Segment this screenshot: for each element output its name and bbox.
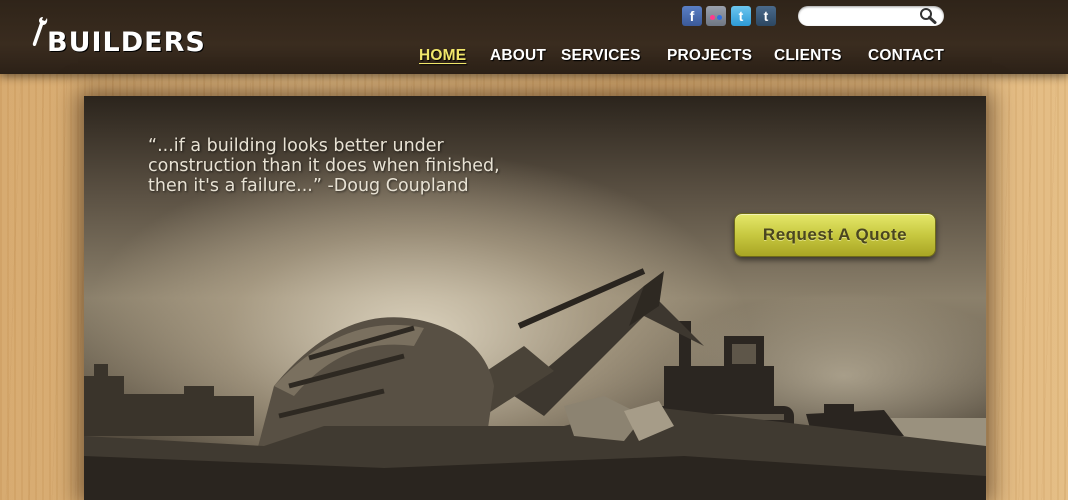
search-input[interactable] [806, 8, 918, 26]
quote-line: then it's a failure...” -Doug Coupland [148, 176, 469, 196]
search-icon[interactable] [918, 7, 938, 25]
quote-line: “...if a building looks better under [148, 136, 444, 156]
nav-services[interactable]: SERVICES [561, 47, 641, 65]
facebook-icon[interactable]: f [682, 6, 702, 26]
tumblr-icon[interactable]: t [756, 6, 776, 26]
nav-projects[interactable]: PROJECTS [667, 47, 752, 65]
search-box [798, 6, 944, 26]
twitter-icon[interactable]: t [731, 6, 751, 26]
nav-clients[interactable]: CLIENTS [774, 47, 842, 65]
main-nav: HOME ABOUT SERVICES PROJECTS CLIENTS CON… [0, 47, 1068, 67]
quote-line: construction than it does when finished, [148, 156, 500, 176]
hero-banner: “...if a building looks better under con… [84, 96, 986, 500]
nav-contact[interactable]: CONTACT [868, 47, 944, 65]
request-quote-button[interactable]: Request A Quote [734, 213, 936, 257]
site-header: BUILDERS f t t HOME ABOUT SERVICES PROJE… [0, 0, 1068, 74]
flickr-icon[interactable] [706, 6, 726, 26]
hero-quote: “...if a building looks better under con… [148, 136, 548, 196]
nav-about[interactable]: ABOUT [490, 47, 546, 65]
nav-home[interactable]: HOME [419, 47, 466, 65]
